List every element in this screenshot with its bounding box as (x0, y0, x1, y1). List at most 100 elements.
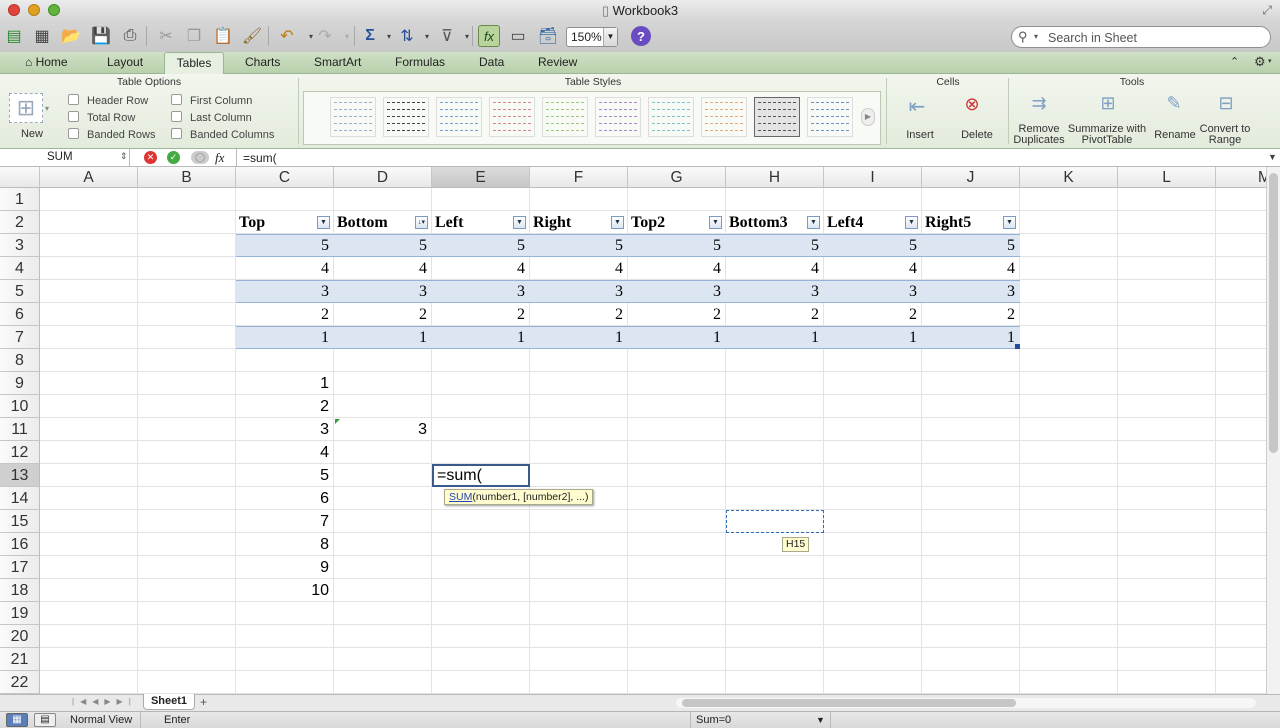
table-cell[interactable]: 2 (726, 303, 824, 326)
table-cell[interactable]: 4 (236, 257, 334, 280)
convert-to-range-label[interactable]: Convert toRange (1197, 124, 1253, 146)
row-header-15[interactable]: 15 (0, 510, 40, 533)
gear-icon[interactable]: ⚙ (1254, 54, 1266, 70)
vertical-scroll-thumb[interactable] (1269, 173, 1278, 453)
row-header-4[interactable]: 4 (0, 257, 40, 280)
table-cell[interactable]: 4 (628, 257, 726, 280)
row-header-8[interactable]: 8 (0, 349, 40, 372)
table-cell[interactable]: 5 (824, 234, 922, 257)
sort-icon[interactable]: ⇅ (396, 25, 418, 47)
convert-to-range-icon[interactable]: ⊟ (1210, 93, 1242, 123)
cut-icon[interactable]: ✂ (155, 25, 177, 47)
fullscreen-icon[interactable]: ⤢ (1262, 3, 1272, 18)
column-header-j[interactable]: J (922, 167, 1020, 188)
rename-table-icon[interactable]: ✎ (1158, 93, 1190, 123)
cell-c11[interactable]: 3 (236, 418, 334, 441)
summarize-pivot-label[interactable]: Summarize withPivotTable (1066, 124, 1148, 146)
table-cell[interactable]: 1 (334, 326, 432, 349)
table-style-swatch[interactable] (383, 97, 429, 137)
column-header-b[interactable]: B (138, 167, 236, 188)
banded-rows-checkbox[interactable]: Banded Rows (68, 128, 156, 141)
formula-input[interactable]: =sum( (243, 151, 277, 165)
table-cell[interactable]: 1 (922, 326, 1020, 349)
new-table-menu-icon[interactable]: ▾ (45, 104, 49, 113)
function-link[interactable]: SUM (449, 491, 472, 503)
filter-menu-icon[interactable]: ▾ (456, 25, 478, 47)
row-header-7[interactable]: 7 (0, 326, 40, 349)
column-header-h[interactable]: H (726, 167, 824, 188)
horizontal-scroll-thumb[interactable] (682, 699, 1016, 707)
table-cell[interactable]: 4 (432, 257, 530, 280)
row-header-6[interactable]: 6 (0, 303, 40, 326)
help-icon[interactable]: ? (631, 26, 651, 46)
name-box[interactable]: SUM⇕ (0, 149, 130, 166)
filter-dropdown-icon[interactable]: ↓▾ (415, 216, 428, 229)
table-cell[interactable]: 1 (236, 326, 334, 349)
row-header-19[interactable]: 19 (0, 602, 40, 625)
page-layout-view-icon[interactable]: ▤ (34, 713, 56, 727)
remove-duplicates-icon[interactable]: ⇉ (1023, 93, 1055, 123)
table-cell[interactable]: 5 (236, 234, 334, 257)
filter-dropdown-icon[interactable]: ▼ (1003, 216, 1016, 229)
add-sheet-button[interactable]: + (200, 695, 207, 709)
table-cell[interactable]: 5 (922, 234, 1020, 257)
tab-smartart[interactable]: SmartArt (314, 55, 361, 69)
paste-icon[interactable]: 📋 (212, 25, 234, 47)
row-header-20[interactable]: 20 (0, 625, 40, 648)
filter-dropdown-icon[interactable]: ▼ (611, 216, 624, 229)
table-cell[interactable]: 2 (922, 303, 1020, 326)
worksheet-grid[interactable]: ABCDEFGHIJKLM123456789101112131415161718… (0, 167, 1266, 694)
column-header-m[interactable]: M (1216, 167, 1266, 188)
search-icon[interactable]: ⚲ (1018, 29, 1028, 45)
row-header-13[interactable]: 13 (0, 464, 40, 487)
table-style-swatch[interactable] (595, 97, 641, 137)
filter-dropdown-icon[interactable]: ▼ (905, 216, 918, 229)
table-style-swatch[interactable] (648, 97, 694, 137)
tab-tables[interactable]: Tables (164, 52, 224, 74)
search-input[interactable]: Search in Sheet (1048, 31, 1137, 45)
table-style-swatch[interactable] (807, 97, 853, 137)
table-cell[interactable]: 4 (334, 257, 432, 280)
table-cell[interactable]: 3 (530, 280, 628, 303)
row-header-11[interactable]: 11 (0, 418, 40, 441)
total-row-checkbox[interactable]: Total Row (68, 111, 135, 124)
table-cell[interactable]: 1 (628, 326, 726, 349)
vertical-scrollbar[interactable] (1266, 167, 1280, 694)
row-header-12[interactable]: 12 (0, 441, 40, 464)
row-header-3[interactable]: 3 (0, 234, 40, 257)
filter-dropdown-icon[interactable]: ▼ (317, 216, 330, 229)
new-workbook-icon[interactable]: ▤ (3, 25, 25, 47)
fx-label[interactable]: fx (215, 150, 224, 166)
table-cell[interactable]: 2 (432, 303, 530, 326)
table-style-swatch[interactable] (754, 97, 800, 137)
table-style-swatch[interactable] (330, 97, 376, 137)
header-row-checkbox[interactable]: Header Row (68, 94, 148, 107)
column-header-c[interactable]: C (236, 167, 334, 188)
sheet-tab-sheet1[interactable]: Sheet1 (143, 694, 195, 710)
name-box-stepper-icon[interactable]: ⇕ (120, 151, 128, 162)
sort-menu-icon[interactable]: ▾ (416, 25, 438, 47)
table-cell[interactable]: 3 (824, 280, 922, 303)
table-cell[interactable]: 1 (824, 326, 922, 349)
table-cell[interactable]: 3 (334, 280, 432, 303)
last-column-checkbox[interactable]: Last Column (171, 111, 252, 124)
column-header-d[interactable]: D (334, 167, 432, 188)
enter-formula-icon[interactable]: ✓ (167, 151, 180, 164)
new-table-icon[interactable]: ⊞ (9, 93, 43, 123)
table-cell[interactable]: 3 (432, 280, 530, 303)
rename-label[interactable]: Rename (1150, 130, 1200, 141)
show-hide-toolbox-icon[interactable]: 🗃 (537, 25, 559, 47)
formula-expand-icon[interactable]: ▼ (1268, 152, 1277, 162)
remove-duplicates-label[interactable]: RemoveDuplicates (1010, 124, 1068, 146)
tab-layout[interactable]: Layout (107, 55, 143, 69)
horizontal-scrollbar[interactable] (676, 698, 1256, 708)
row-header-16[interactable]: 16 (0, 533, 40, 556)
filter-dropdown-icon[interactable]: ▼ (807, 216, 820, 229)
insert-label[interactable]: Insert (894, 130, 946, 141)
copy-icon[interactable]: ❐ (183, 25, 205, 47)
table-cell[interactable]: 2 (628, 303, 726, 326)
cell-c14[interactable]: 6 (236, 487, 334, 510)
delete-cells-icon[interactable]: ⊗ (957, 94, 987, 124)
delete-label[interactable]: Delete (950, 130, 1004, 141)
cell-c16[interactable]: 8 (236, 533, 334, 556)
